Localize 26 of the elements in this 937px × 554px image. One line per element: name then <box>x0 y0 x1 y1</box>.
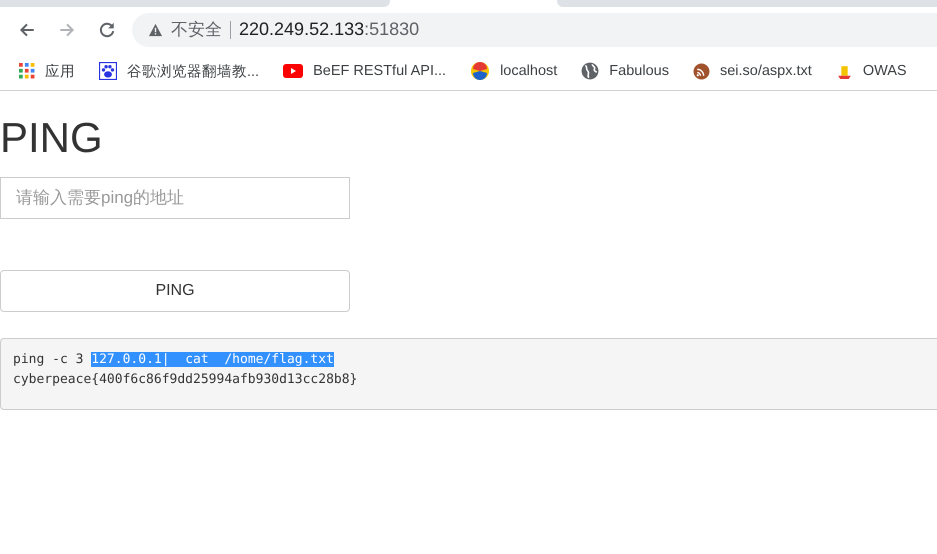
address-bar[interactable]: 不安全 220.249.52.133:51830 <box>132 12 937 46</box>
security-label: 不安全 <box>171 19 222 41</box>
bookmark[interactable]: sei.so/aspx.txt <box>692 62 812 80</box>
page-title: PING <box>0 117 104 163</box>
bookmark[interactable]: OWAS <box>836 62 907 80</box>
forward-icon[interactable] <box>58 20 76 38</box>
bookmark[interactable]: 谷歌浏览器翻墙教... <box>99 62 260 80</box>
command-text: ping -c 3 <box>13 352 84 367</box>
bookmark[interactable]: 应用 <box>19 62 75 80</box>
feed-icon <box>692 62 710 80</box>
apps-grid-icon <box>19 63 35 79</box>
bookmark[interactable]: Fabulous <box>581 62 669 80</box>
selected-text: 127.0.0.1| cat /home/flag.txt <box>91 352 334 367</box>
result-text: cyberpeace{400f6c86f9dd25994afb930d13cc28b8} <box>13 372 358 387</box>
bookmark[interactable]: BeEF RESTful API... <box>283 63 446 79</box>
warning-icon <box>148 22 163 36</box>
back-icon[interactable] <box>18 20 36 38</box>
globe-icon <box>581 62 600 80</box>
ping-button[interactable]: PING <box>0 270 350 312</box>
reload-icon[interactable] <box>98 20 116 38</box>
paw-icon <box>99 62 117 80</box>
url-text: 220.249.52.133:51830 <box>239 19 420 40</box>
address-input[interactable]: 请输入需要ping的地址 <box>0 177 350 219</box>
bookmark[interactable]: localhost <box>470 61 558 81</box>
swirl-icon <box>470 61 490 81</box>
play-icon <box>283 64 304 78</box>
